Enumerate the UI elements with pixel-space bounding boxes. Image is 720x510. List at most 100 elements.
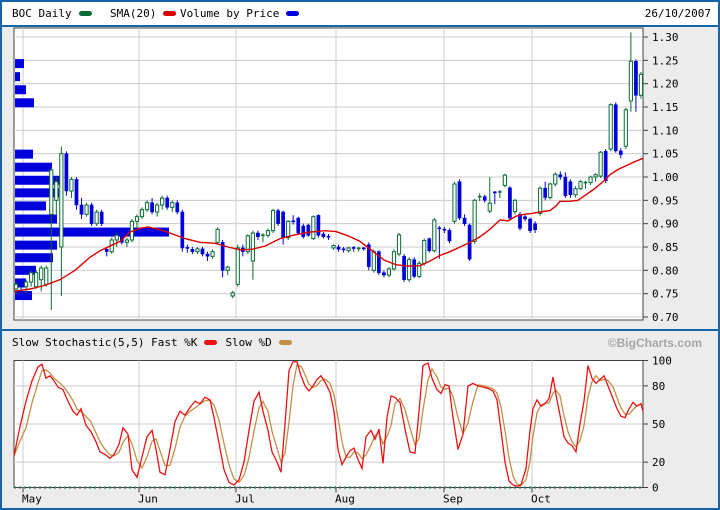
volume-by-price-bar xyxy=(15,241,57,250)
candle-down xyxy=(75,179,78,205)
candle-down xyxy=(302,226,305,237)
candle-up xyxy=(50,170,53,214)
stoch-axis-label: 100 xyxy=(652,355,672,368)
candle-up xyxy=(236,248,239,284)
candle-down xyxy=(100,212,103,224)
price-axis-label: 1.00 xyxy=(652,171,679,184)
candle-up xyxy=(226,267,229,270)
candle-up xyxy=(135,217,138,222)
candle-down xyxy=(206,254,209,256)
stochastic-k-label: Slow Stochastic(5,5) Fast %K xyxy=(12,336,197,349)
month-label: Sep xyxy=(443,493,463,506)
candle-down xyxy=(90,205,93,224)
candle-up xyxy=(40,268,43,280)
candle-up xyxy=(216,229,219,242)
price-axis-label: 0.75 xyxy=(652,288,679,301)
candle-down xyxy=(604,151,607,180)
candle-down xyxy=(634,61,637,95)
candle-down xyxy=(65,154,68,191)
volume-by-price-bar xyxy=(15,176,61,185)
price-axis-label: 1.25 xyxy=(652,54,679,67)
candle-up xyxy=(433,220,436,251)
volume-by-price-bar xyxy=(15,215,57,224)
candle-down xyxy=(221,242,224,270)
candle-down xyxy=(80,205,83,214)
stoch-axis-label: 0 xyxy=(652,482,659,495)
candle-up xyxy=(24,282,27,287)
candle-down xyxy=(413,260,416,277)
candle-down xyxy=(534,224,537,230)
candle-up xyxy=(95,212,98,224)
volume-by-price-bar xyxy=(15,163,52,172)
candle-up xyxy=(251,233,254,261)
volume-by-price-bar xyxy=(15,59,24,68)
candle-up xyxy=(211,252,214,257)
candle-down xyxy=(317,215,320,235)
candle-down xyxy=(448,230,451,241)
candle-up xyxy=(85,205,88,214)
price-axis-label: 0.85 xyxy=(652,241,679,254)
candle-down xyxy=(256,233,259,237)
candle-up xyxy=(503,175,506,185)
price-axis-label: 0.95 xyxy=(652,194,679,207)
candle-down xyxy=(297,218,300,233)
candle-up xyxy=(145,203,148,210)
candle-down xyxy=(191,249,194,251)
month-label: Jul xyxy=(235,493,255,506)
candle-up xyxy=(266,231,269,236)
month-label: Oct xyxy=(531,493,551,506)
candle-down xyxy=(483,197,486,201)
candle-up xyxy=(45,268,48,284)
candle-up xyxy=(599,152,602,176)
candle-down xyxy=(463,218,466,224)
candle-up xyxy=(579,182,582,189)
price-panel xyxy=(14,28,643,320)
month-label: Aug xyxy=(335,493,355,506)
candle-down xyxy=(19,284,22,286)
candle-up xyxy=(60,154,63,247)
candle-down xyxy=(569,182,572,195)
stoch-axis-label: 80 xyxy=(652,380,665,393)
chart-canvas: BOC Daily SMA(20) Volume by Price 26/10/… xyxy=(0,0,720,510)
candle-down xyxy=(276,211,279,224)
volume-by-price-bar xyxy=(15,201,46,210)
volume-by-price-bar xyxy=(15,72,20,81)
stochastic-d-label: Slow %D xyxy=(225,336,271,349)
candle-up xyxy=(30,273,33,282)
candle-up xyxy=(14,284,17,289)
candle-up xyxy=(196,249,199,252)
candle-up xyxy=(594,175,597,177)
candle-up xyxy=(574,189,577,195)
candle-up xyxy=(513,200,516,211)
candle-up xyxy=(287,221,290,237)
volume-by-price-bar xyxy=(15,98,34,107)
month-label: Jun xyxy=(138,493,158,506)
price-axis-label: 1.05 xyxy=(652,148,679,161)
candle-down xyxy=(150,203,153,212)
candle-up xyxy=(171,203,174,208)
candle-up xyxy=(271,211,274,231)
stoch-axis-label: 50 xyxy=(652,418,665,431)
candle-up xyxy=(624,110,627,146)
candle-up xyxy=(549,184,552,198)
month-label: May xyxy=(22,493,42,506)
price-axis-label: 0.70 xyxy=(652,311,679,324)
price-axis-label: 0.80 xyxy=(652,264,679,277)
candle-down xyxy=(337,247,340,249)
candle-down xyxy=(619,151,622,155)
candle-up xyxy=(554,174,557,184)
candle-down xyxy=(518,214,521,228)
price-axis-label: 1.30 xyxy=(652,31,679,44)
panel-divider xyxy=(2,329,718,331)
candle-up xyxy=(35,273,38,287)
candle-down xyxy=(181,212,184,248)
candle-up xyxy=(115,235,118,240)
volume-by-price-bar xyxy=(15,150,33,159)
price-axis-label: 1.10 xyxy=(652,124,679,137)
candle-up xyxy=(639,74,642,95)
candle-down xyxy=(282,212,285,238)
candle-up xyxy=(539,188,542,213)
candle-up xyxy=(156,205,159,212)
candle-up xyxy=(312,217,315,239)
candle-up xyxy=(609,105,612,149)
